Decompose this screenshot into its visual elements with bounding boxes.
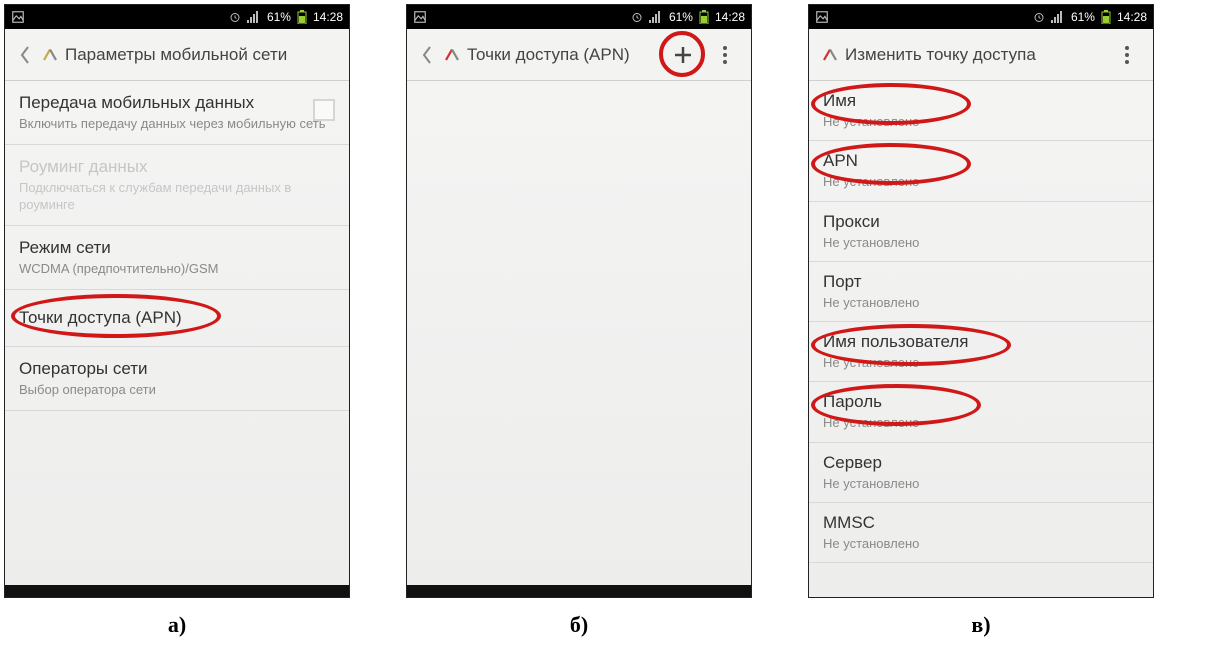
row-operators[interactable]: Операторы сети Выбор оператора сети: [5, 347, 349, 411]
phone-screen-c: 61% 14:28 Изменить точку доступа: [808, 4, 1154, 598]
page-title: Параметры мобильной сети: [65, 45, 287, 65]
row-sub: Не установлено: [823, 355, 1139, 371]
phone-screen-b: 61% 14:28 Точки доступа (APN): [406, 4, 752, 598]
row-apn-port[interactable]: Порт Не установлено: [809, 262, 1153, 322]
row-title: Режим сети: [19, 238, 335, 258]
settings-icon: [41, 45, 61, 65]
row-sub: Подключаться к службам передачи данных в…: [19, 180, 335, 213]
row-title: Точки доступа (APN): [19, 308, 335, 328]
row-apn[interactable]: Точки доступа (APN): [5, 290, 349, 347]
battery-icon: [297, 10, 307, 24]
status-bar: 61% 14:28: [5, 5, 349, 29]
row-mobile-data[interactable]: Передача мобильных данных Включить перед…: [5, 81, 349, 145]
battery-pct: 61%: [669, 10, 693, 24]
signal-icon: [649, 11, 663, 23]
app-bar: Точки доступа (APN): [407, 29, 751, 81]
status-bar: 61% 14:28: [407, 5, 751, 29]
alarm-icon: [229, 11, 241, 23]
row-title: Имя: [823, 91, 1139, 111]
overflow-menu-button[interactable]: [713, 43, 737, 67]
row-title: Пароль: [823, 392, 1139, 412]
back-button[interactable]: [413, 45, 441, 65]
mobile-data-checkbox[interactable]: [313, 99, 335, 121]
overflow-menu-button[interactable]: [1115, 43, 1139, 67]
notification-icon: [413, 10, 427, 24]
signal-icon: [247, 11, 261, 23]
nav-bar: [5, 585, 349, 597]
row-title: Имя пользователя: [823, 332, 1139, 352]
settings-icon: [443, 45, 463, 65]
settings-icon: [821, 45, 841, 65]
row-sub: Не установлено: [823, 415, 1139, 431]
clock: 14:28: [1117, 10, 1147, 24]
row-title: Порт: [823, 272, 1139, 292]
app-bar: Параметры мобильной сети: [5, 29, 349, 81]
row-sub: Не установлено: [823, 295, 1139, 311]
caption-a: а): [168, 612, 186, 638]
battery-icon: [699, 10, 709, 24]
row-title: APN: [823, 151, 1139, 171]
nav-bar: [407, 585, 751, 597]
row-apn-password[interactable]: Пароль Не установлено: [809, 382, 1153, 442]
notification-icon: [11, 10, 25, 24]
row-title: Передача мобильных данных: [19, 93, 335, 113]
row-title: Сервер: [823, 453, 1139, 473]
row-title: Роуминг данных: [19, 157, 335, 177]
add-apn-button[interactable]: [671, 43, 695, 67]
app-bar: Изменить точку доступа: [809, 29, 1153, 81]
alarm-icon: [1033, 11, 1045, 23]
row-sub: Не установлено: [823, 476, 1139, 492]
row-sub: Не установлено: [823, 235, 1139, 251]
row-apn-server[interactable]: Сервер Не установлено: [809, 443, 1153, 503]
row-apn-username[interactable]: Имя пользователя Не установлено: [809, 322, 1153, 382]
row-sub: Не установлено: [823, 114, 1139, 130]
page-title: Изменить точку доступа: [845, 45, 1036, 65]
back-button[interactable]: [11, 45, 39, 65]
row-title: MMSC: [823, 513, 1139, 533]
row-sub: Не установлено: [823, 174, 1139, 190]
signal-icon: [1051, 11, 1065, 23]
battery-icon: [1101, 10, 1111, 24]
row-sub: WCDMA (предпочтительно)/GSM: [19, 261, 335, 277]
row-apn-mmsc[interactable]: MMSC Не установлено: [809, 503, 1153, 563]
caption-c: в): [971, 612, 990, 638]
row-title: Прокси: [823, 212, 1139, 232]
row-sub: Не установлено: [823, 536, 1139, 552]
battery-pct: 61%: [267, 10, 291, 24]
page-title: Точки доступа (APN): [467, 45, 630, 65]
apn-edit-list: Имя Не установлено APN Не установлено Пр…: [809, 81, 1153, 563]
row-title: Операторы сети: [19, 359, 335, 379]
row-apn-apn[interactable]: APN Не установлено: [809, 141, 1153, 201]
settings-list: Передача мобильных данных Включить перед…: [5, 81, 349, 411]
row-data-roaming: Роуминг данных Подключаться к службам пе…: [5, 145, 349, 226]
caption-b: б): [570, 612, 588, 638]
clock: 14:28: [313, 10, 343, 24]
status-bar: 61% 14:28: [809, 5, 1153, 29]
battery-pct: 61%: [1071, 10, 1095, 24]
clock: 14:28: [715, 10, 745, 24]
notification-icon: [815, 10, 829, 24]
row-sub: Выбор оператора сети: [19, 382, 335, 398]
row-apn-name[interactable]: Имя Не установлено: [809, 81, 1153, 141]
row-apn-proxy[interactable]: Прокси Не установлено: [809, 202, 1153, 262]
row-network-mode[interactable]: Режим сети WCDMA (предпочтительно)/GSM: [5, 226, 349, 290]
phone-screen-a: 61% 14:28 Параметры мобильной сети Перед…: [4, 4, 350, 598]
alarm-icon: [631, 11, 643, 23]
row-sub: Включить передачу данных через мобильную…: [19, 116, 335, 132]
